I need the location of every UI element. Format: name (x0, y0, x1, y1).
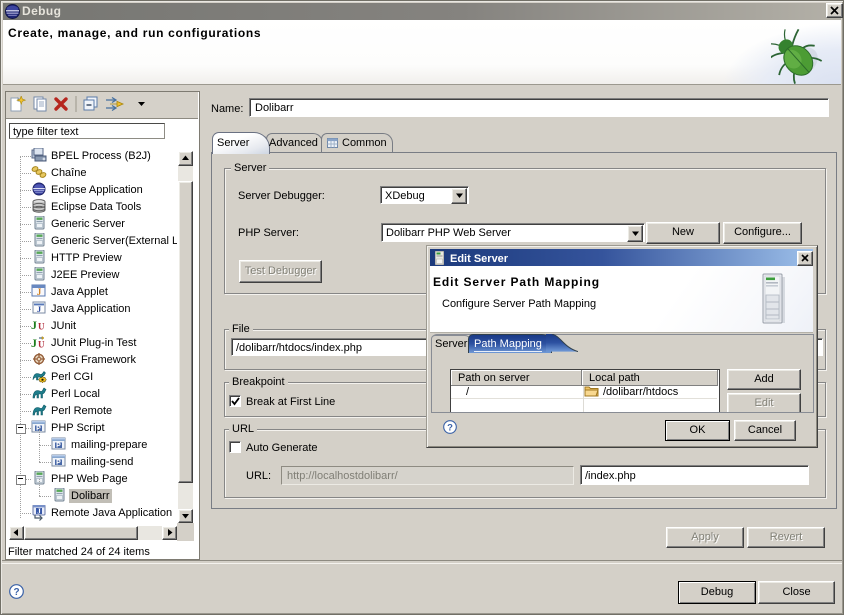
svg-text:U: U (38, 340, 45, 350)
svg-text:J: J (31, 336, 37, 349)
svg-text:J: J (37, 287, 42, 297)
svg-text:J: J (37, 508, 41, 516)
svg-text:U: U (38, 322, 45, 332)
svg-text:J: J (31, 318, 37, 332)
svg-text:?: ? (13, 587, 19, 598)
svg-text:P: P (56, 459, 61, 466)
svg-text:?: ? (447, 423, 453, 434)
svg-text:P: P (56, 442, 61, 449)
